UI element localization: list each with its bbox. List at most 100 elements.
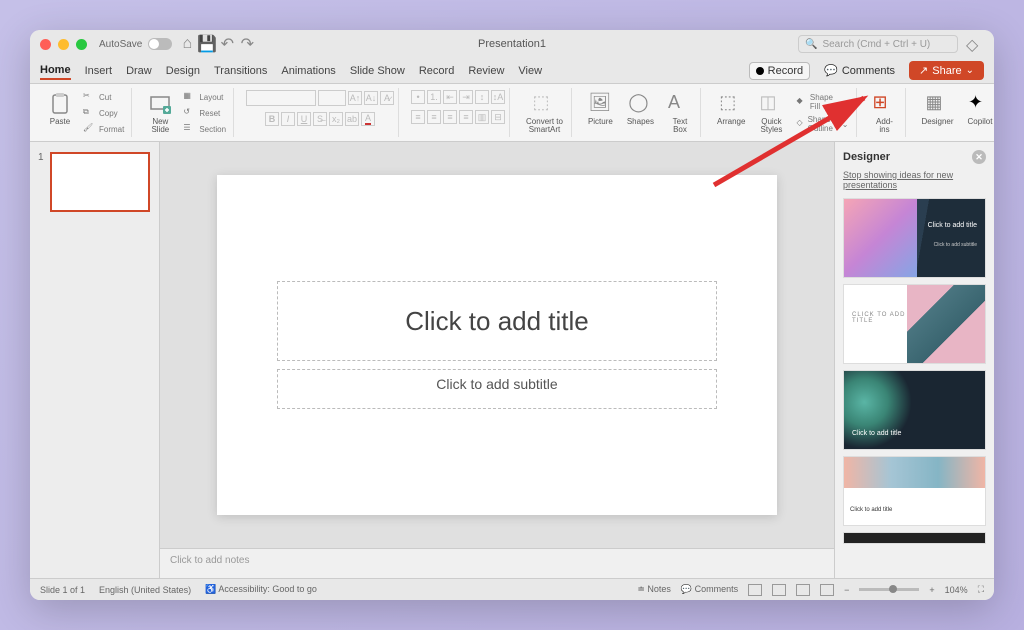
underline-button[interactable]: U [297, 112, 311, 126]
autosave-toggle[interactable]: AutoSave [99, 38, 172, 50]
title-placeholder[interactable]: Click to add title [277, 281, 717, 361]
zoom-in-button[interactable]: + [929, 585, 934, 595]
design-idea[interactable]: CLICK TO ADD TITLE [843, 284, 986, 364]
tab-design[interactable]: Design [166, 63, 200, 79]
bullets-button[interactable]: • [411, 90, 425, 104]
sorter-view-button[interactable] [772, 584, 786, 596]
shapes-button[interactable]: ◯Shapes [623, 90, 658, 136]
stop-ideas-link[interactable]: Stop showing ideas for new presentations [843, 170, 986, 190]
close-pane-button[interactable]: ✕ [972, 150, 986, 164]
design-ideas-list[interactable]: Click to add title Click to add subtitle… [843, 198, 986, 544]
font-size-input[interactable] [318, 90, 346, 106]
arrange-icon: ⬚ [719, 92, 743, 116]
tab-draw[interactable]: Draw [126, 63, 152, 79]
new-slide-button[interactable]: New Slide [144, 90, 176, 136]
reset-button[interactable]: ↺Reset [180, 106, 229, 120]
copilot-button[interactable]: ✦Copilot [964, 90, 994, 128]
increase-font-button[interactable]: A↑ [348, 91, 362, 105]
addins-button[interactable]: ⊞Add-ins [869, 90, 901, 136]
comments-button[interactable]: 💬Comments [818, 62, 901, 79]
design-idea[interactable]: Click to add title [843, 370, 986, 450]
tab-review[interactable]: Review [468, 63, 504, 79]
design-idea[interactable] [843, 532, 986, 544]
picture-icon: 🖼 [588, 92, 612, 116]
tab-view[interactable]: View [518, 63, 542, 79]
shape-outline-button[interactable]: ◇Shape Outline⌄ [793, 114, 851, 134]
zoom-out-button[interactable]: − [844, 585, 849, 595]
design-idea[interactable]: Click to add title Click to add subtitle [843, 198, 986, 278]
cut-button[interactable]: ✂Cut [80, 90, 127, 104]
textbox-button[interactable]: AText Box [664, 90, 696, 136]
thumbnail-preview[interactable] [50, 152, 150, 212]
tab-transitions[interactable]: Transitions [214, 63, 267, 79]
quick-styles-button[interactable]: ◫Quick Styles [755, 90, 787, 136]
highlight-button[interactable]: ab [345, 112, 359, 126]
shape-fill-button[interactable]: ◆Shape Fill⌄ [793, 92, 851, 112]
ribbon-options-icon[interactable]: ◇ [966, 35, 984, 53]
columns-button[interactable]: ▥ [475, 110, 489, 124]
section-button[interactable]: ☰Section [180, 122, 229, 136]
zoom-level[interactable]: 104% [945, 585, 968, 595]
notes-button[interactable]: ≐ Notes [637, 584, 671, 595]
numbering-button[interactable]: 1. [427, 90, 441, 104]
minimize-icon[interactable] [58, 39, 69, 50]
arrange-button[interactable]: ⬚Arrange [713, 90, 749, 136]
subtitle-placeholder[interactable]: Click to add subtitle [277, 369, 717, 409]
design-idea[interactable]: Click to add title [843, 456, 986, 526]
slideshow-view-button[interactable] [820, 584, 834, 596]
decrease-font-button[interactable]: A↓ [364, 91, 378, 105]
line-spacing-button[interactable]: ↕ [475, 90, 489, 104]
slide-indicator[interactable]: Slide 1 of 1 [40, 585, 85, 595]
share-button[interactable]: ↗Share [909, 61, 984, 80]
layout-button[interactable]: ▦Layout [180, 90, 229, 104]
record-button[interactable]: Record [749, 62, 810, 80]
switch-icon[interactable] [148, 38, 172, 50]
indent-dec-button[interactable]: ⇤ [443, 90, 457, 104]
copy-button[interactable]: ⧉Copy [80, 106, 127, 120]
justify-button[interactable]: ≡ [459, 110, 473, 124]
tab-insert[interactable]: Insert [85, 63, 113, 79]
indent-inc-button[interactable]: ⇥ [459, 90, 473, 104]
align-text-button[interactable]: ⊟ [491, 110, 505, 124]
comments-sb-button[interactable]: 💬 Comments [681, 584, 738, 595]
home-icon[interactable]: ⌂ [180, 37, 194, 51]
subscript-button[interactable]: x₂ [329, 112, 343, 126]
italic-button[interactable]: I [281, 112, 295, 126]
designer-button[interactable]: ▦Designer [918, 90, 958, 128]
slide-canvas[interactable]: Click to add title Click to add subtitle [217, 175, 777, 515]
close-icon[interactable] [40, 39, 51, 50]
tab-animations[interactable]: Animations [281, 63, 335, 79]
tab-record[interactable]: Record [419, 63, 454, 79]
font-family-input[interactable] [246, 90, 316, 106]
language-indicator[interactable]: English (United States) [99, 585, 191, 595]
thumbnail-pane[interactable]: 1 [30, 142, 160, 578]
search-input[interactable]: 🔍 Search (Cmd + Ctrl + U) [798, 35, 958, 53]
tab-slideshow[interactable]: Slide Show [350, 63, 405, 79]
accessibility-indicator[interactable]: ♿ Accessibility: Good to go [205, 584, 317, 595]
maximize-icon[interactable] [76, 39, 87, 50]
notes-pane[interactable]: Click to add notes [160, 548, 834, 578]
align-right-button[interactable]: ≡ [443, 110, 457, 124]
bold-button[interactable]: B [265, 112, 279, 126]
text-direction-button[interactable]: ↕A [491, 90, 505, 104]
strike-button[interactable]: S̶ [313, 112, 327, 126]
picture-button[interactable]: 🖼Picture [584, 90, 617, 136]
arrange-group: ⬚Arrange ◫Quick Styles ◆Shape Fill⌄ ◇Sha… [709, 88, 857, 137]
zoom-slider[interactable] [859, 588, 919, 591]
redo-icon[interactable]: ↷ [240, 37, 254, 51]
canvas-area[interactable]: Click to add title Click to add subtitle [160, 142, 834, 548]
align-left-button[interactable]: ≡ [411, 110, 425, 124]
convert-smartart-button[interactable]: ⬚ Convert to SmartArt [522, 90, 567, 136]
slide-thumbnail[interactable]: 1 [38, 152, 151, 212]
font-color-button[interactable]: A [361, 112, 375, 126]
clear-format-button[interactable]: A̷ [380, 91, 394, 105]
save-icon[interactable]: 💾 [200, 37, 214, 51]
undo-icon[interactable]: ↶ [220, 37, 234, 51]
fit-window-button[interactable]: ⛶ [978, 584, 984, 595]
paste-button[interactable]: Paste [44, 90, 76, 136]
format-painter-button[interactable]: 🖌Format [80, 122, 127, 136]
tab-home[interactable]: Home [40, 62, 71, 80]
normal-view-button[interactable] [748, 584, 762, 596]
reading-view-button[interactable] [796, 584, 810, 596]
align-center-button[interactable]: ≡ [427, 110, 441, 124]
